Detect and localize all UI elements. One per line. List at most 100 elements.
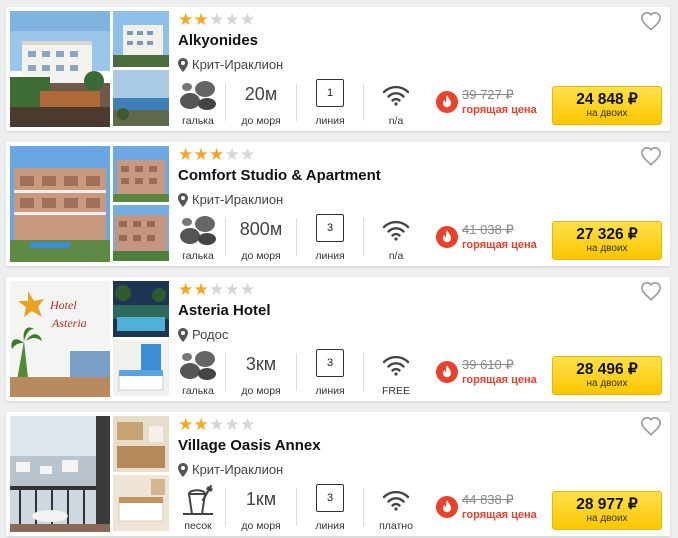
hotel-location: Крит-Ираклион [178, 192, 283, 207]
distance-to-sea: 1км до моря [228, 482, 294, 532]
heart-outline-icon[interactable] [640, 416, 662, 436]
wifi-icon [382, 490, 410, 511]
svg-text:Asteria: Asteria [51, 316, 87, 330]
location-label: Крит-Ираклион [192, 462, 284, 477]
hotel-photo-thumb[interactable] [113, 340, 169, 396]
divider [363, 83, 364, 121]
distance-label: до моря [241, 250, 281, 262]
beach-type: песок [174, 482, 222, 532]
line-label: линия [315, 250, 345, 262]
price-note: на двоих [586, 513, 628, 524]
star-empty-icon: ★ [224, 280, 240, 300]
hotel-photo-thumb[interactable] [113, 205, 169, 261]
beach-label: галька [182, 115, 214, 127]
old-price: 41 038 ₽ [462, 222, 514, 237]
beach-type: галька [174, 212, 222, 262]
star-empty-icon: ★ [209, 280, 225, 300]
hotel-name[interactable]: Village Oasis Annex [178, 437, 321, 454]
old-price: 44 838 ₽ [462, 492, 514, 507]
hotel-photo-main[interactable] [10, 11, 110, 127]
star-empty-icon: ★ [224, 145, 240, 165]
flame-icon [436, 361, 458, 383]
beach-type: галька [174, 77, 222, 127]
star-empty-icon: ★ [224, 10, 240, 30]
pebbles-icon [180, 351, 216, 380]
star-filled-icon: ★ [193, 10, 209, 30]
hotel-card[interactable]: ★ ★ ★ ★ ★ Village Oasis Annex Крит-Ираклион … [6, 412, 670, 536]
distance-to-sea: 3км до моря [228, 347, 294, 397]
hotel-name[interactable]: Alkyonides [178, 32, 258, 49]
line-label: линия [315, 520, 345, 532]
price-note: на двоих [586, 243, 628, 254]
map-pin-icon [178, 192, 188, 207]
price-button[interactable]: 28 496 ₽ на двоих [552, 356, 662, 395]
wifi-info: n/a [366, 212, 426, 262]
hotel-photo-main[interactable] [10, 146, 110, 262]
price-value: 28 977 ₽ [576, 496, 638, 513]
wifi-info: n/a [366, 77, 426, 127]
hotel-photo-thumb[interactable] [113, 70, 169, 126]
price-button[interactable]: 28 977 ₽ на двоих [552, 491, 662, 530]
map-pin-icon [178, 57, 188, 72]
hotel-photo-thumb[interactable] [113, 11, 169, 67]
hotel-name[interactable]: Asteria Hotel [178, 302, 271, 319]
star-filled-icon: ★ [178, 280, 194, 300]
svg-text:Hotel: Hotel [49, 298, 77, 312]
distance-label: до моря [241, 115, 281, 127]
wifi-label: n/a [388, 115, 404, 127]
pebbles-icon [180, 216, 216, 245]
line-label: линия [315, 385, 345, 397]
flame-icon [436, 91, 458, 113]
beach-label: галька [182, 385, 214, 397]
sand-bucket-icon [183, 484, 213, 515]
star-empty-icon: ★ [240, 280, 256, 300]
wifi-icon [382, 355, 410, 376]
hotel-location: Крит-Ираклион [178, 462, 283, 477]
price-button[interactable]: 24 848 ₽ на двоих [552, 86, 662, 125]
hot-price-label: горящая цена [462, 374, 537, 386]
distance-to-sea: 20м до моря [228, 77, 294, 127]
heart-outline-icon[interactable] [640, 146, 662, 166]
star-empty-icon: ★ [224, 415, 240, 435]
hotel-card[interactable]: ★ ★ ★ ★ ★ Comfort Studio & Apartment Крит-Ир… [6, 142, 670, 266]
divider [225, 218, 226, 256]
star-filled-icon: ★ [209, 145, 225, 165]
divider [225, 488, 226, 526]
divider [296, 218, 297, 256]
star-rating: ★ ★ ★ ★ ★ [178, 282, 256, 299]
hotel-photo-thumb[interactable] [113, 416, 169, 472]
map-pin-icon [178, 327, 188, 342]
heart-outline-icon[interactable] [640, 281, 662, 301]
wifi-label: FREE [381, 385, 410, 397]
hotel-name[interactable]: Comfort Studio & Apartment [178, 167, 381, 184]
hotel-photo-main[interactable]: Hotel Asteria [10, 281, 110, 397]
star-empty-icon: ★ [209, 10, 225, 30]
price-button[interactable]: 27 326 ₽ на двоих [552, 221, 662, 260]
divider [225, 83, 226, 121]
flame-icon [436, 496, 458, 518]
old-price: 39 610 ₽ [462, 357, 514, 372]
map-pin-icon [178, 462, 188, 477]
hotel-card[interactable]: ★ ★ ★ ★ ★ Alkyonides Крит-Ираклион галька 20… [6, 7, 670, 131]
hotel-photo-thumb[interactable] [113, 281, 169, 337]
pebbles-icon [180, 81, 216, 110]
hotel-card[interactable]: Hotel Asteria ★ ★ ★ ★ ★ Asteria Hotel Родос [6, 277, 670, 401]
line-number: 3 [316, 484, 344, 512]
wifi-info: платно [366, 482, 426, 532]
beach-line: 3 линия [300, 212, 360, 262]
price-value: 27 326 ₽ [576, 226, 638, 243]
wifi-icon [382, 220, 410, 241]
star-filled-icon: ★ [178, 145, 194, 165]
heart-outline-icon[interactable] [640, 11, 662, 31]
hotel-photo-main[interactable] [10, 416, 110, 532]
beach-line: 1 линия [300, 77, 360, 127]
beach-type: галька [174, 347, 222, 397]
divider [363, 488, 364, 526]
wifi-label: n/a [388, 250, 404, 262]
star-rating: ★ ★ ★ ★ ★ [178, 417, 256, 434]
hotel-photo-thumb[interactable] [113, 475, 169, 531]
line-number: 3 [316, 214, 344, 242]
hotel-photo-thumb[interactable] [113, 146, 169, 202]
distance-to-sea: 800м до моря [228, 212, 294, 262]
price-note: на двоих [586, 108, 628, 119]
